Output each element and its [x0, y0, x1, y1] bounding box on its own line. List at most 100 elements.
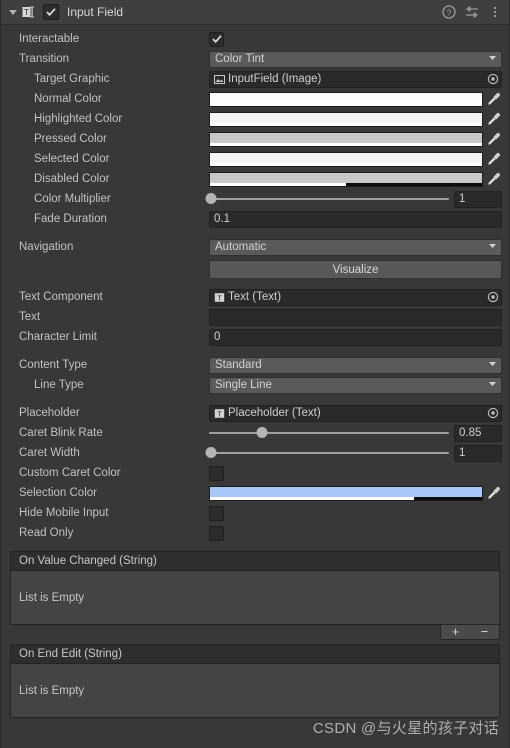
read-only-checkbox[interactable] — [209, 525, 224, 541]
placeholder-object-field[interactable]: T Placeholder (Text) — [209, 404, 502, 422]
slider-knob[interactable] — [205, 193, 217, 204]
hide-mobile-input-field — [209, 505, 502, 521]
object-picker-icon[interactable] — [486, 407, 499, 420]
text-component-label: Text Component — [19, 291, 103, 303]
caret-blink-rate-slider[interactable] — [209, 426, 449, 440]
highlighted-color-field — [209, 111, 502, 127]
selection-color-label: Selection Color — [19, 487, 97, 499]
row-custom-caret-color: Custom Caret Color — [1, 463, 509, 483]
placeholder-label: Placeholder — [19, 407, 80, 419]
row-interactable: Interactable — [1, 29, 509, 49]
eyedropper-icon[interactable] — [485, 111, 502, 127]
text-component-value: Text (Text) — [228, 291, 282, 303]
selection-color-field — [209, 485, 502, 501]
caret-blink-rate-field: 0.85 — [209, 424, 502, 442]
target-graphic-label: Target Graphic — [34, 73, 110, 85]
line-type-dropdown[interactable]: Single Line — [209, 376, 502, 394]
slider-track — [209, 432, 449, 434]
on-value-changed-list[interactable]: List is Empty — [10, 570, 500, 625]
caret-blink-rate-label: Caret Blink Rate — [19, 427, 103, 439]
selection-color-swatch[interactable] — [209, 485, 483, 501]
row-normal-color: Normal Color — [1, 89, 509, 109]
content-type-value: Standard — [215, 359, 262, 371]
navigation-field: Automatic — [209, 238, 502, 256]
target-graphic-object-field[interactable]: InputField (Image) — [209, 70, 502, 88]
row-text-component: Text Component T Text (Text) — [1, 287, 509, 307]
interactable-checkbox[interactable] — [209, 31, 224, 47]
line-type-value: Single Line — [215, 379, 272, 391]
row-selected-color: Selected Color — [1, 149, 509, 169]
pressed-color-field — [209, 131, 502, 147]
eyedropper-icon[interactable] — [485, 151, 502, 167]
custom-caret-color-checkbox[interactable] — [209, 465, 224, 481]
color-multiplier-field: 1 — [205, 190, 502, 208]
color-multiplier-value[interactable]: 1 — [454, 190, 502, 208]
eyedropper-icon[interactable] — [485, 171, 502, 187]
row-fade-duration: Fade Duration 0.1 — [1, 209, 509, 229]
disabled-color-swatch[interactable] — [209, 171, 483, 187]
remove-listener-button[interactable]: − — [470, 624, 499, 639]
row-text: Text — [1, 307, 509, 327]
eyedropper-icon[interactable] — [485, 485, 502, 501]
disabled-color-field — [209, 171, 502, 187]
eyedropper-icon[interactable] — [485, 131, 502, 147]
text-component-object-field[interactable]: T Text (Text) — [209, 288, 502, 306]
component-header[interactable]: T Input Field ? — [1, 0, 509, 25]
caret-width-slider[interactable] — [205, 446, 449, 460]
highlighted-color-swatch[interactable] — [209, 111, 483, 127]
svg-text:T: T — [24, 8, 29, 17]
navigation-dropdown[interactable]: Automatic — [209, 238, 502, 256]
row-caret-width: Caret Width 1 — [1, 443, 509, 463]
row-character-limit: Character Limit 0 — [1, 327, 509, 347]
pressed-color-swatch[interactable] — [209, 131, 483, 147]
placeholder-value: Placeholder (Text) — [228, 407, 321, 419]
component-enabled-checkbox[interactable] — [43, 4, 59, 20]
on-end-edit-list[interactable]: List is Empty — [10, 663, 500, 718]
add-listener-button[interactable]: + — [441, 624, 470, 639]
placeholder-left: T Placeholder (Text) — [213, 407, 321, 419]
visualize-button[interactable]: Visualize — [209, 260, 502, 279]
target-graphic-field: InputField (Image) — [209, 70, 502, 88]
component-title: Input Field — [67, 5, 124, 19]
disabled-color-label: Disabled Color — [34, 173, 110, 185]
color-multiplier-label: Color Multiplier — [34, 193, 111, 205]
selected-color-swatch[interactable] — [209, 151, 483, 167]
selected-color-label: Selected Color — [34, 153, 110, 165]
preset-settings-icon[interactable] — [464, 4, 480, 20]
text-component-icon: T — [213, 407, 225, 419]
custom-caret-color-label: Custom Caret Color — [19, 467, 121, 479]
color-multiplier-slider[interactable] — [205, 192, 449, 206]
text-label: Text — [19, 311, 41, 323]
row-color-multiplier: Color Multiplier 1 — [1, 189, 509, 209]
row-caret-blink-rate: Caret Blink Rate 0.85 — [1, 423, 509, 443]
transition-field: Color Tint — [209, 50, 502, 68]
on-value-changed-empty: List is Empty — [19, 592, 85, 604]
text-input[interactable] — [209, 308, 502, 326]
content-type-dropdown[interactable]: Standard — [209, 356, 502, 374]
normal-color-swatch[interactable] — [209, 91, 483, 107]
object-picker-icon[interactable] — [486, 73, 499, 86]
caret-width-value[interactable]: 1 — [454, 444, 502, 462]
transition-dropdown[interactable]: Color Tint — [209, 50, 502, 68]
triangle-down-icon[interactable] — [6, 6, 19, 19]
object-picker-icon[interactable] — [486, 291, 499, 304]
slider-knob[interactable] — [205, 447, 217, 458]
selected-color-field — [209, 151, 502, 167]
row-disabled-color: Disabled Color — [1, 169, 509, 189]
caret-blink-rate-value[interactable]: 0.85 — [454, 424, 502, 442]
slider-knob[interactable] — [256, 427, 268, 438]
line-type-field: Single Line — [209, 376, 502, 394]
help-icon[interactable]: ? — [441, 4, 457, 20]
eyedropper-icon[interactable] — [485, 91, 502, 107]
hide-mobile-input-checkbox[interactable] — [209, 505, 224, 521]
row-visualize: Visualize — [1, 260, 509, 279]
caret-width-label: Caret Width — [19, 447, 80, 459]
row-selection-color: Selection Color — [1, 483, 509, 503]
hide-mobile-input-label: Hide Mobile Input — [19, 507, 109, 519]
text-component-icon: T — [213, 291, 225, 303]
interactable-field — [209, 31, 502, 47]
fade-duration-input[interactable]: 0.1 — [209, 210, 502, 228]
character-limit-input[interactable]: 0 — [209, 328, 502, 346]
inspector-panel: T Input Field ? Interactable Transition … — [0, 0, 510, 748]
kebab-menu-icon[interactable] — [487, 4, 503, 20]
